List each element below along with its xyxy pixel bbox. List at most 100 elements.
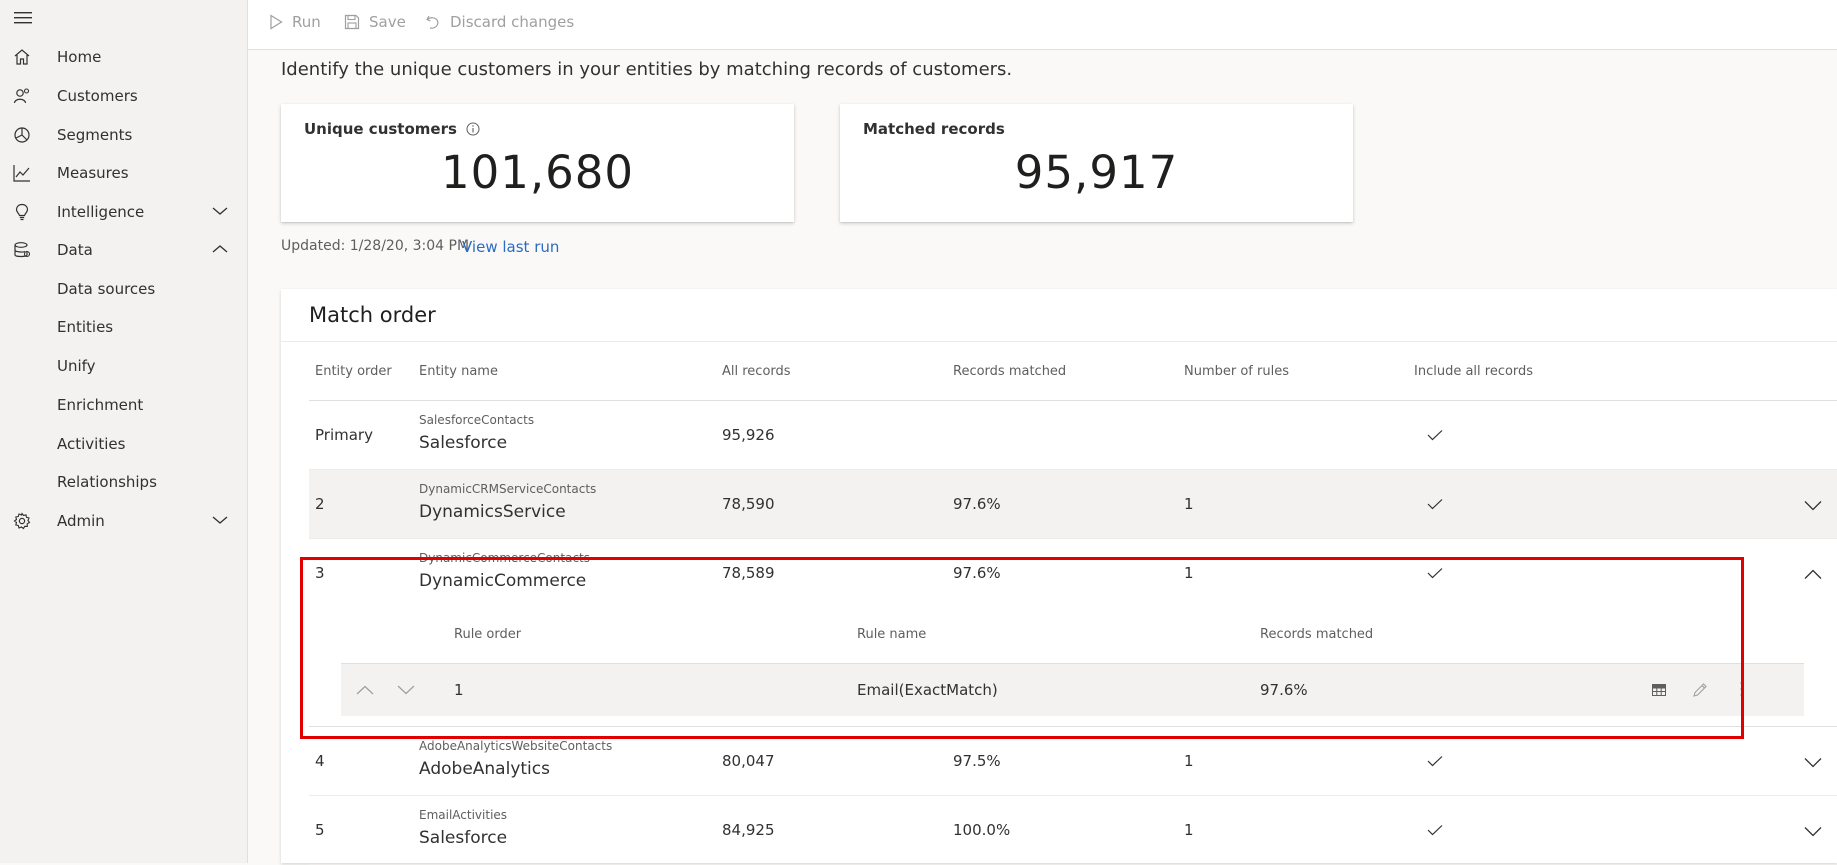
info-icon[interactable]	[466, 122, 480, 136]
sidebar-item-label: Admin	[57, 512, 105, 530]
sidebar-item-label: Activities	[57, 435, 126, 453]
sidebar-item-data-sources[interactable]: Data sources	[0, 271, 247, 307]
entity-order: 2	[315, 495, 325, 513]
sidebar-item-label: Enrichment	[57, 396, 144, 414]
entity-table-name: AdobeAnalyticsWebsiteContacts	[419, 739, 613, 753]
entity-table-name: DynamicCRMServiceContacts	[419, 482, 597, 496]
discard-label: Discard changes	[450, 13, 575, 31]
sidebar-item-label: Customers	[57, 87, 138, 105]
entity-source-name: Salesforce	[419, 433, 508, 453]
entity-source-name: AdobeAnalytics	[419, 759, 550, 779]
number-of-rules-value: 1	[1184, 495, 1194, 513]
all-records-value: 78,590	[722, 495, 775, 513]
sidebar-item-label: Relationships	[57, 473, 157, 491]
all-records-value: 95,926	[722, 426, 775, 444]
matched-records-value: 95,917	[1014, 146, 1179, 199]
play-icon	[270, 14, 283, 30]
col-header-include-all: Include all records	[1414, 364, 1534, 379]
col-header-entity-order: Entity order	[315, 364, 392, 379]
checkmark-icon	[1427, 825, 1443, 836]
table-row[interactable]: Primary SalesforceContacts Salesforce 95…	[309, 401, 1837, 470]
sidebar-item-intelligence[interactable]: Intelligence	[0, 194, 247, 230]
card-title: Matched records	[863, 120, 1005, 138]
unique-customers-card: Unique customers 101,680	[281, 104, 794, 222]
gear-icon	[13, 512, 31, 530]
records-matched-value: 100.0%	[953, 821, 1011, 839]
run-label: Run	[292, 13, 321, 31]
sidebar-item-label: Data	[57, 241, 93, 259]
discard-changes-button[interactable]: Discard changes	[425, 13, 574, 31]
records-matched-value: 97.6%	[953, 495, 1001, 513]
entity-order: 4	[315, 752, 325, 770]
divider	[281, 341, 1837, 342]
save-label: Save	[369, 13, 406, 31]
sidebar-item-label: Intelligence	[57, 203, 145, 221]
sidebar-item-segments[interactable]: Segments	[0, 117, 247, 153]
run-button[interactable]: Run	[269, 13, 321, 31]
matched-records-card: Matched records 95,917	[840, 104, 1353, 222]
sidebar-item-measures[interactable]: Measures	[0, 155, 247, 191]
chevron-up-icon[interactable]	[212, 244, 228, 254]
entity-order: 5	[315, 821, 325, 839]
unique-customers-value: 101,680	[440, 146, 635, 199]
sidebar-item-activities[interactable]: Activities	[0, 426, 247, 462]
sidebar-item-home[interactable]: Home	[0, 39, 247, 75]
sidebar-item-entities[interactable]: Entities	[0, 309, 247, 345]
records-matched-value: 97.5%	[953, 752, 1001, 770]
sidebar-item-label: Data sources	[57, 280, 156, 298]
table-row[interactable]: 2 DynamicCRMServiceContacts DynamicsServ…	[309, 470, 1837, 539]
col-header-all-records: All records	[722, 364, 791, 379]
card-title: Unique customers	[304, 120, 480, 138]
sidebar-item-relationships[interactable]: Relationships	[0, 464, 247, 500]
measures-icon	[13, 165, 30, 182]
home-icon	[14, 49, 30, 65]
entity-order: Primary	[315, 426, 373, 444]
col-header-entity-name: Entity name	[419, 364, 498, 379]
chevron-down-icon[interactable]	[1804, 826, 1822, 837]
data-icon	[14, 242, 31, 258]
sidebar: Home Customers Segments Measures Intelli…	[0, 0, 248, 863]
sidebar-item-label: Unify	[57, 357, 96, 375]
table-row[interactable]: 5 EmailActivities Salesforce 84,925 100.…	[309, 796, 1837, 865]
chevron-down-icon[interactable]	[1804, 757, 1822, 768]
chevron-down-icon[interactable]	[212, 515, 228, 525]
card-title-text: Unique customers	[304, 120, 457, 138]
sidebar-item-label: Measures	[57, 164, 129, 182]
save-icon	[344, 14, 360, 30]
segments-icon	[14, 127, 30, 143]
sidebar-item-unify[interactable]: Unify	[0, 348, 247, 384]
entity-source-name: Salesforce	[419, 828, 508, 848]
entity-table-name: SalesforceContacts	[419, 413, 535, 427]
entity-source-name: DynamicsService	[419, 502, 566, 522]
hamburger-menu-icon[interactable]	[14, 11, 32, 25]
highlight-box	[300, 557, 1744, 739]
entity-table-name: EmailActivities	[419, 808, 508, 822]
sidebar-item-label: Home	[57, 48, 102, 66]
updated-timestamp: Updated: 1/28/20, 3:04 PM	[281, 238, 470, 254]
customers-icon	[13, 88, 30, 104]
number-of-rules-value: 1	[1184, 821, 1194, 839]
undo-icon	[426, 15, 439, 29]
sidebar-item-data[interactable]: Data	[0, 232, 247, 268]
col-header-records-matched: Records matched	[953, 364, 1067, 379]
all-records-value: 80,047	[722, 752, 775, 770]
command-bar: Run Save Discard changes	[248, 0, 1837, 50]
sidebar-item-admin[interactable]: Admin	[0, 503, 247, 539]
sidebar-item-label: Entities	[57, 318, 114, 336]
number-of-rules-value: 1	[1184, 752, 1194, 770]
all-records-value: 84,925	[722, 821, 775, 839]
checkmark-icon	[1427, 499, 1443, 510]
sidebar-item-label: Segments	[57, 126, 133, 144]
col-header-number-of-rules: Number of rules	[1184, 364, 1289, 379]
save-button[interactable]: Save	[344, 13, 406, 31]
chevron-up-icon[interactable]	[1804, 569, 1822, 580]
page-description: Identify the unique customers in your en…	[281, 59, 1013, 80]
sidebar-item-enrichment[interactable]: Enrichment	[0, 387, 247, 423]
chevron-down-icon[interactable]	[212, 206, 228, 216]
view-last-run-link[interactable]: View last run	[462, 238, 559, 256]
sidebar-item-customers[interactable]: Customers	[0, 78, 247, 114]
lightbulb-icon	[15, 203, 29, 221]
card-title-text: Matched records	[863, 120, 1005, 138]
chevron-down-icon[interactable]	[1804, 500, 1822, 511]
checkmark-icon	[1427, 756, 1443, 767]
